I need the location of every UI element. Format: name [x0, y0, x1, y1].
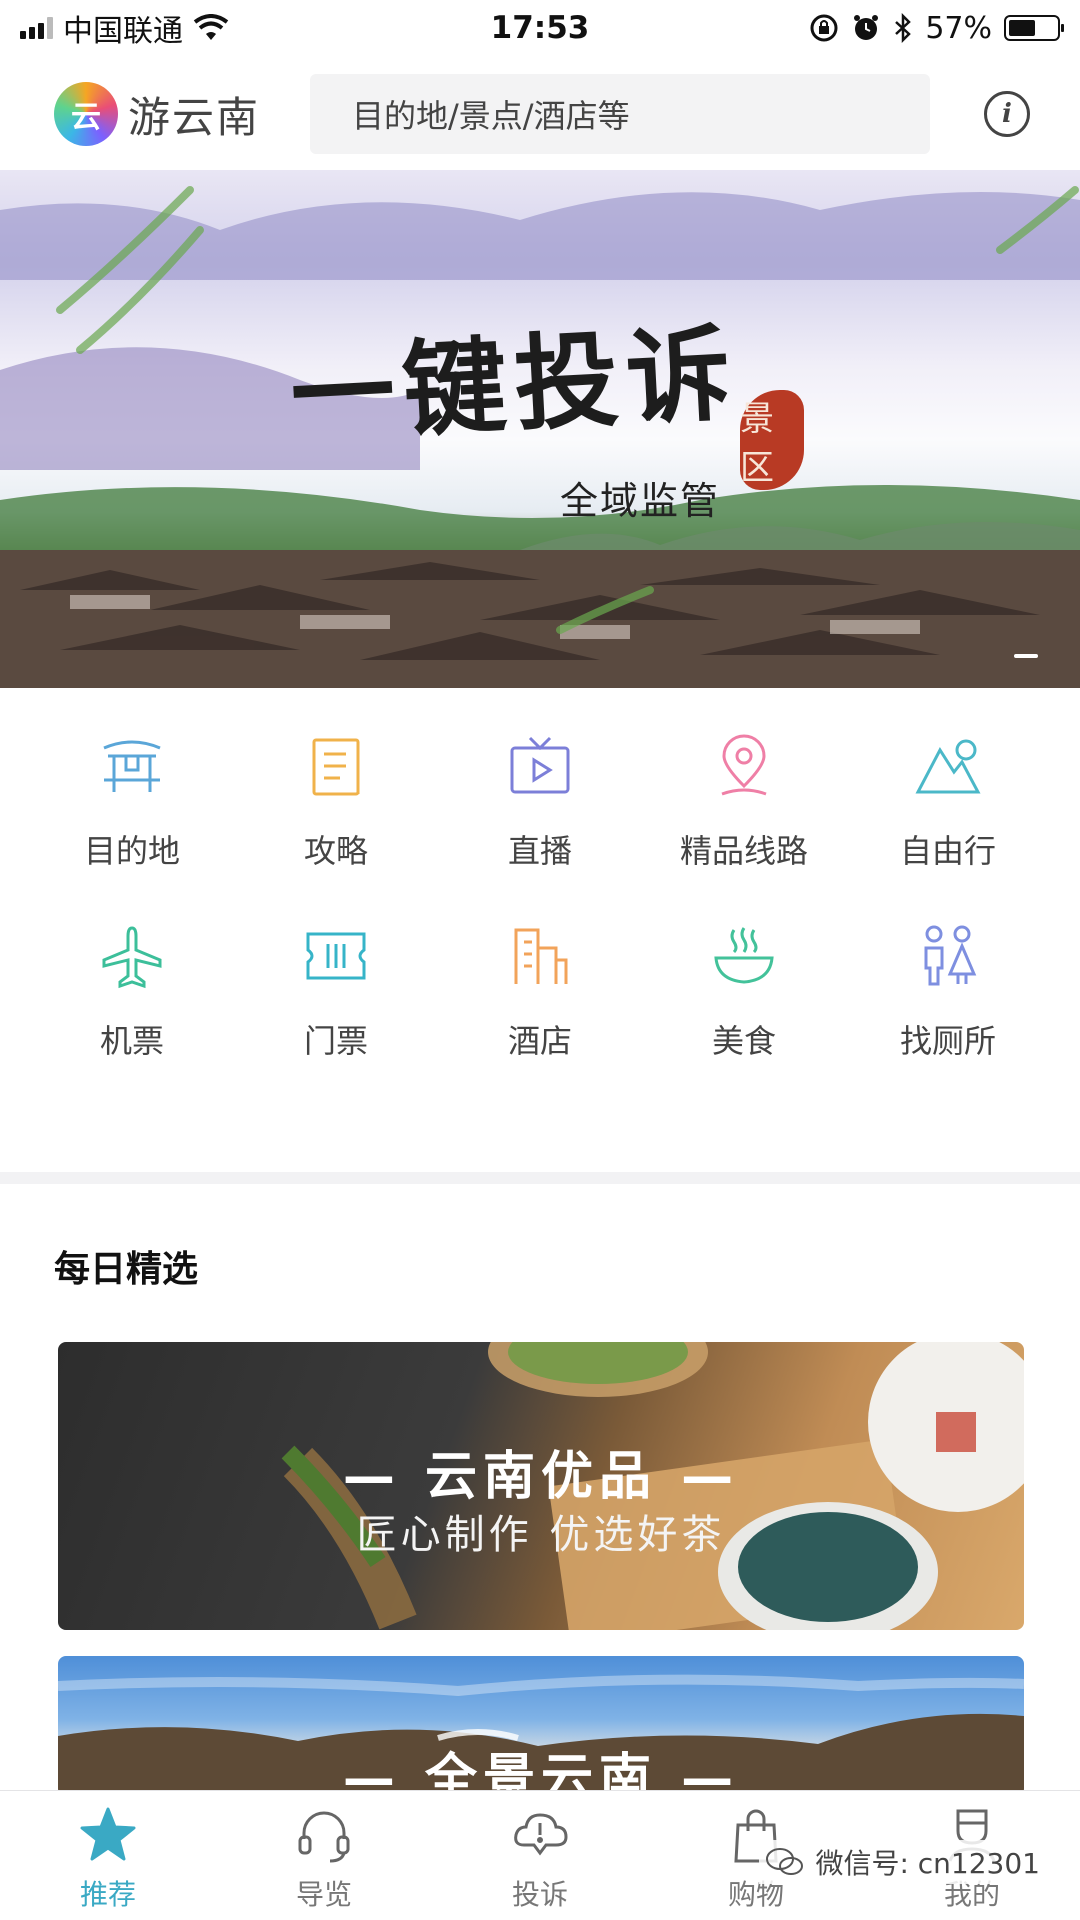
tab-recommend[interactable]: 推荐: [0, 1791, 216, 1920]
food-bowl-icon: [714, 927, 774, 984]
menu-label: 攻略: [303, 832, 368, 870]
banner-pager-dot[interactable]: [1014, 654, 1038, 658]
headset-icon: [298, 1811, 350, 1863]
complaint-icon: [514, 1813, 568, 1856]
gate-icon: [103, 740, 161, 792]
live-tv-icon: [510, 736, 570, 794]
battery-percent: 57%: [925, 10, 992, 46]
search-placeholder: 目的地/景点/酒店等: [352, 97, 630, 135]
tab-label: 投诉: [511, 1878, 568, 1911]
menu-item-hotel[interactable]: 酒店: [438, 920, 642, 1062]
app-logo[interactable]: 云 游云南: [54, 82, 304, 146]
quick-menu: 目的地 攻略 直播 精品线路 自由行 机票 门票 酒店 美食 找厕所: [0, 730, 1080, 1062]
tab-label: 推荐: [79, 1878, 136, 1911]
status-time: 17:53: [490, 10, 590, 46]
logo-mark: 云: [54, 82, 118, 146]
ticket-icon: [306, 932, 366, 980]
menu-item-food[interactable]: 美食: [642, 920, 846, 1062]
info-button[interactable]: i: [984, 91, 1030, 137]
section-divider: [0, 1172, 1080, 1184]
banner-title: 一键投诉: [287, 311, 742, 458]
menu-item-routes[interactable]: 精品线路: [642, 730, 846, 872]
wechat-watermark: 微信号: cn12301: [759, 1840, 1046, 1884]
menu-label: 找厕所: [899, 1022, 996, 1060]
hotel-icon: [514, 928, 568, 984]
menu-item-flights[interactable]: 机票: [30, 920, 234, 1062]
menu-label: 酒店: [507, 1022, 572, 1060]
menu-item-tickets[interactable]: 门票: [234, 920, 438, 1062]
menu-label: 门票: [303, 1022, 368, 1060]
featured-card-panorama[interactable]: — 全景云南 —: [58, 1656, 1024, 1796]
menu-label: 直播: [507, 832, 572, 870]
menu-item-live[interactable]: 直播: [438, 730, 642, 872]
tab-guide[interactable]: 导览: [216, 1791, 432, 1920]
alarm-icon: [854, 15, 879, 40]
status-bar: 中国联通 17:53 57%: [0, 0, 1080, 56]
menu-label: 目的地: [83, 832, 180, 870]
wechat-icon: [766, 1848, 804, 1875]
menu-label: 自由行: [899, 832, 996, 870]
restroom-icon: [924, 925, 977, 986]
app-name: 游云南: [128, 92, 261, 142]
menu-item-guide[interactable]: 攻略: [234, 730, 438, 872]
signal-icon: [20, 17, 53, 39]
menu-label: 机票: [99, 1022, 164, 1060]
airplane-icon: [102, 926, 162, 989]
battery-icon: [1004, 15, 1064, 41]
card-title: — 全景云南 —: [342, 1749, 740, 1796]
watermark-text: 微信号: cn12301: [815, 1847, 1040, 1880]
tab-complaint[interactable]: 投诉: [432, 1791, 648, 1920]
rotation-lock-icon: [810, 14, 838, 42]
search-input[interactable]: 目的地/景点/酒店等: [310, 74, 930, 154]
app-header: 云 游云南 目的地/景点/酒店等 i: [0, 64, 1080, 164]
card-subtitle: 匠心制作 优选好茶: [356, 1512, 726, 1558]
banner-subtitle: 全域监管: [560, 479, 721, 523]
featured-card-tea[interactable]: — 云南优品 — 匠心制作 优选好茶: [58, 1342, 1024, 1630]
guide-book-icon: [312, 738, 360, 796]
card-title: — 云南优品 —: [342, 1447, 740, 1507]
star-icon: [80, 1807, 136, 1861]
bluetooth-icon: [895, 13, 912, 43]
menu-item-free-travel[interactable]: 自由行: [846, 730, 1050, 872]
menu-item-destination[interactable]: 目的地: [30, 730, 234, 872]
section-title: 每日精选: [54, 1249, 199, 1290]
carrier-label: 中国联通: [63, 14, 183, 49]
tab-label: 导览: [295, 1878, 352, 1911]
wifi-icon: [193, 14, 229, 40]
menu-label: 精品线路: [679, 832, 808, 870]
mountain-icon: [915, 739, 981, 794]
menu-label: 美食: [711, 1022, 776, 1060]
location-pin-icon: [721, 734, 767, 796]
scenic-seal: 景区: [740, 390, 804, 490]
promo-banner[interactable]: 一键投诉 景区 全域监管: [0, 170, 1080, 688]
menu-item-restroom[interactable]: 找厕所: [846, 920, 1050, 1062]
